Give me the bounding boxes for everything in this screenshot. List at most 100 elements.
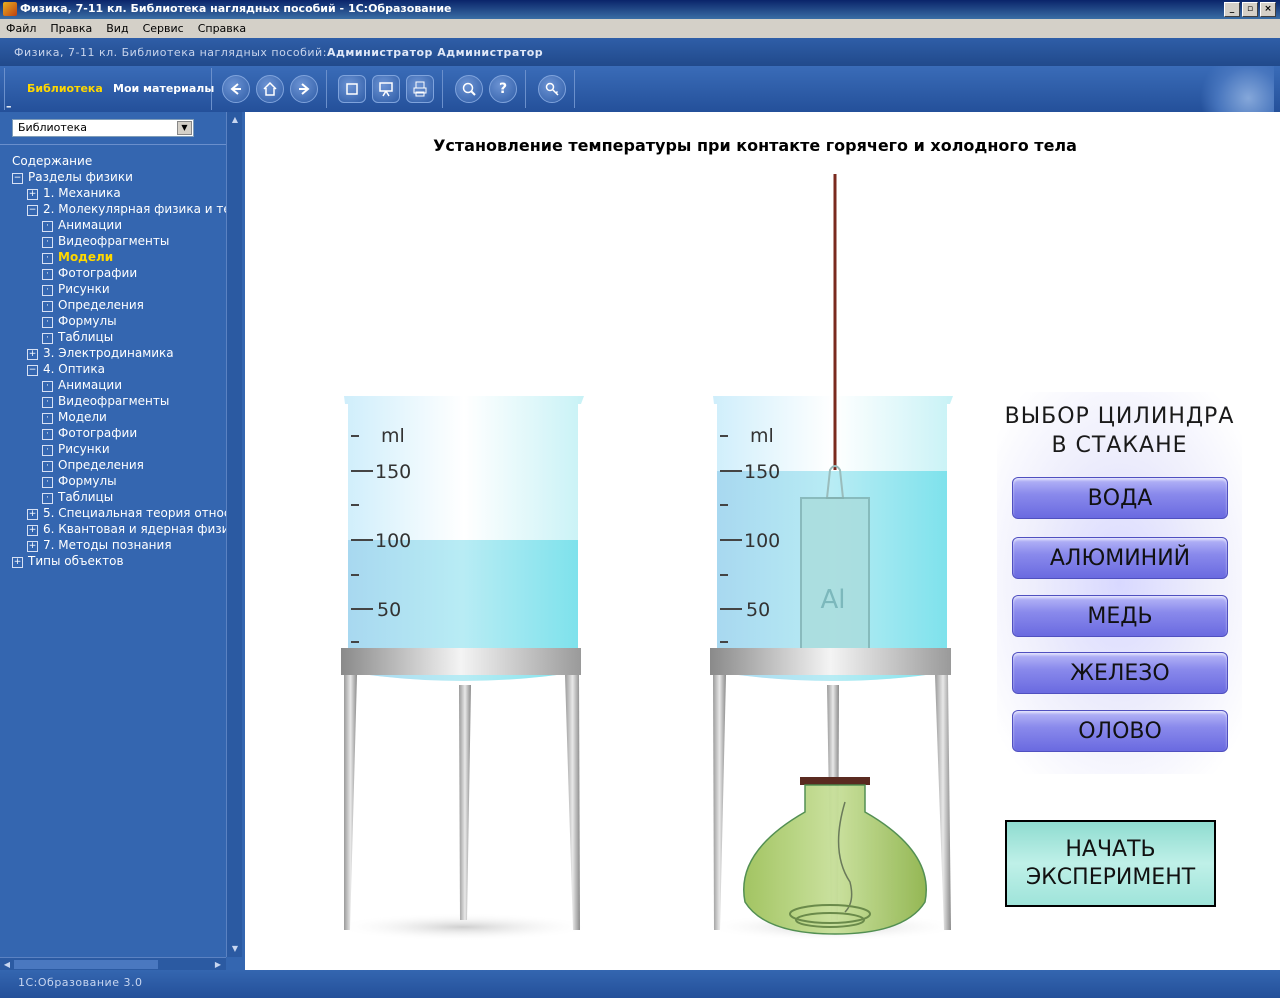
frame-icon[interactable]: [338, 75, 366, 103]
burner-body: [743, 784, 927, 935]
tree-item[interactable]: − Разделы физики: [12, 169, 226, 185]
back-icon[interactable]: [222, 75, 250, 103]
scroll-down-icon[interactable]: ▼: [229, 943, 241, 955]
tree-item[interactable]: · Рисунки: [12, 441, 226, 457]
collapse-icon[interactable]: −: [27, 205, 38, 216]
right-stand-leg: [935, 675, 951, 930]
right-unit-label: ml: [750, 425, 774, 447]
cylinder-selection-panel: ВЫБОР ЦИЛИНДРА В СТАКАНЕ ВОДА АЛЮМИНИЙ М…: [997, 392, 1242, 774]
status-text: 1С:Образование 3.0: [18, 976, 143, 989]
presentation-icon[interactable]: [372, 75, 400, 103]
forward-icon[interactable]: [290, 75, 318, 103]
expand-icon[interactable]: +: [27, 349, 38, 360]
tree-item[interactable]: · Определения: [12, 457, 226, 473]
close-button[interactable]: ×: [1260, 2, 1276, 17]
tree-item[interactable]: +7. Методы познания: [12, 537, 226, 553]
option-tin-button[interactable]: ОЛОВО: [1012, 710, 1228, 752]
tree-item[interactable]: + Типы объектов: [12, 553, 226, 569]
tree-item[interactable]: · Определения: [12, 297, 226, 313]
tree-item[interactable]: · Модели: [12, 409, 226, 425]
expand-icon[interactable]: +: [27, 509, 38, 520]
left-unit-label: ml: [381, 425, 405, 447]
key-search-icon[interactable]: [538, 75, 566, 103]
sidebar: Библиотека ▼ Содержание − Разделы физики +1…: [0, 112, 243, 971]
right-stand-top: [710, 648, 951, 675]
help-icon[interactable]: ?: [489, 75, 517, 103]
start-experiment-button[interactable]: НАЧАТЬ ЭКСПЕРИМЕНТ: [1005, 820, 1216, 907]
tree-item[interactable]: · Фотографии: [12, 265, 226, 281]
tree-item[interactable]: +3. Электродинамика: [12, 345, 226, 361]
tree-item-label: Типы объектов: [28, 554, 124, 568]
library-select[interactable]: Библиотека ▼: [12, 119, 194, 137]
option-water-button[interactable]: ВОДА: [1012, 477, 1228, 519]
scroll-thumb[interactable]: [14, 960, 158, 969]
scroll-up-icon[interactable]: ▲: [229, 114, 241, 126]
tree-item[interactable]: · Таблицы: [12, 489, 226, 505]
leaf-icon: ·: [42, 333, 53, 344]
tree-item[interactable]: +5. Специальная теория относит: [12, 505, 226, 521]
tree-item[interactable]: +6. Квантовая и ядерная физика: [12, 521, 226, 537]
tree-item-label: Модели: [58, 410, 107, 424]
option-copper-button[interactable]: МЕДЬ: [1012, 595, 1228, 637]
expand-icon[interactable]: +: [27, 541, 38, 552]
tree-item[interactable]: Содержание: [12, 153, 226, 169]
tree-item[interactable]: · Видеофрагменты: [12, 393, 226, 409]
tab-library[interactable]: Библиотека: [27, 82, 103, 95]
tree-item[interactable]: · Таблицы: [12, 329, 226, 345]
option-iron-button[interactable]: ЖЕЛЕЗО: [1012, 652, 1228, 694]
collapse-icon[interactable]: −: [12, 173, 23, 184]
tree-item-label: 7. Методы познания: [43, 538, 172, 552]
menu-edit[interactable]: Правка: [44, 22, 100, 35]
option-aluminium-button[interactable]: АЛЮМИНИЙ: [1012, 537, 1228, 579]
tree-item-label: Определения: [58, 458, 144, 472]
leaf-icon: ·: [42, 429, 53, 440]
tree-item-label: Анимации: [58, 218, 123, 232]
expand-icon[interactable]: +: [12, 557, 23, 568]
start-label-line1: НАЧАТЬ: [1065, 836, 1156, 862]
tree-item-label: 5. Специальная теория относит: [43, 506, 226, 520]
print-icon[interactable]: [406, 75, 434, 103]
right-tick-100: 100: [744, 530, 780, 552]
right-tick-50: 50: [746, 599, 770, 621]
expand-icon[interactable]: +: [27, 189, 38, 200]
tab-my-materials[interactable]: Мои материалы: [113, 82, 214, 95]
vertical-scrollbar[interactable]: ▲ ▼: [226, 112, 243, 957]
left-stand-leg: [344, 675, 357, 930]
leaf-icon: ·: [42, 269, 53, 280]
tree-item-label: Разделы физики: [28, 170, 133, 184]
panel-title-line2: В СТАКАНЕ: [1051, 433, 1188, 458]
horizontal-scrollbar[interactable]: ◀ ▶: [0, 957, 226, 971]
title-bar: Физика, 7-11 кл. Библиотека наглядных по…: [0, 0, 1280, 19]
tree-item[interactable]: · Рисунки: [12, 281, 226, 297]
tree-item[interactable]: · Модели: [12, 249, 226, 265]
leaf-icon: ·: [42, 413, 53, 424]
search-icon[interactable]: [455, 75, 483, 103]
tree-item[interactable]: · Формулы: [12, 313, 226, 329]
left-tick-50: 50: [377, 599, 401, 621]
tree-item-label: Фотографии: [58, 266, 138, 280]
leaf-icon: ·: [42, 221, 53, 232]
menu-service[interactable]: Сервис: [137, 22, 192, 35]
tree-item[interactable]: −4. Оптика: [12, 361, 226, 377]
home-icon[interactable]: [256, 75, 284, 103]
menu-view[interactable]: Вид: [100, 22, 136, 35]
menu-help[interactable]: Справка: [192, 22, 254, 35]
chevron-down-icon[interactable]: ▼: [177, 121, 192, 135]
aluminium-cylinder: [800, 497, 870, 651]
divider: [0, 144, 226, 145]
expand-icon[interactable]: +: [27, 525, 38, 536]
tree-item[interactable]: · Анимации: [12, 377, 226, 393]
tree-item[interactable]: · Формулы: [12, 473, 226, 489]
tree-item[interactable]: +1. Механика: [12, 185, 226, 201]
leaf-icon: ·: [42, 493, 53, 504]
collapse-icon[interactable]: −: [27, 365, 38, 376]
view-group: [338, 70, 443, 108]
tree-item[interactable]: −2. Молекулярная физика и тер: [12, 201, 226, 217]
left-stand-leg: [459, 685, 471, 920]
minimize-button[interactable]: _: [1224, 2, 1240, 17]
tree-item[interactable]: · Фотографии: [12, 425, 226, 441]
tree-item[interactable]: · Анимации: [12, 217, 226, 233]
menu-file[interactable]: Файл: [0, 22, 44, 35]
restore-button[interactable]: ▫: [1242, 2, 1258, 17]
tree-item[interactable]: · Видеофрагменты: [12, 233, 226, 249]
